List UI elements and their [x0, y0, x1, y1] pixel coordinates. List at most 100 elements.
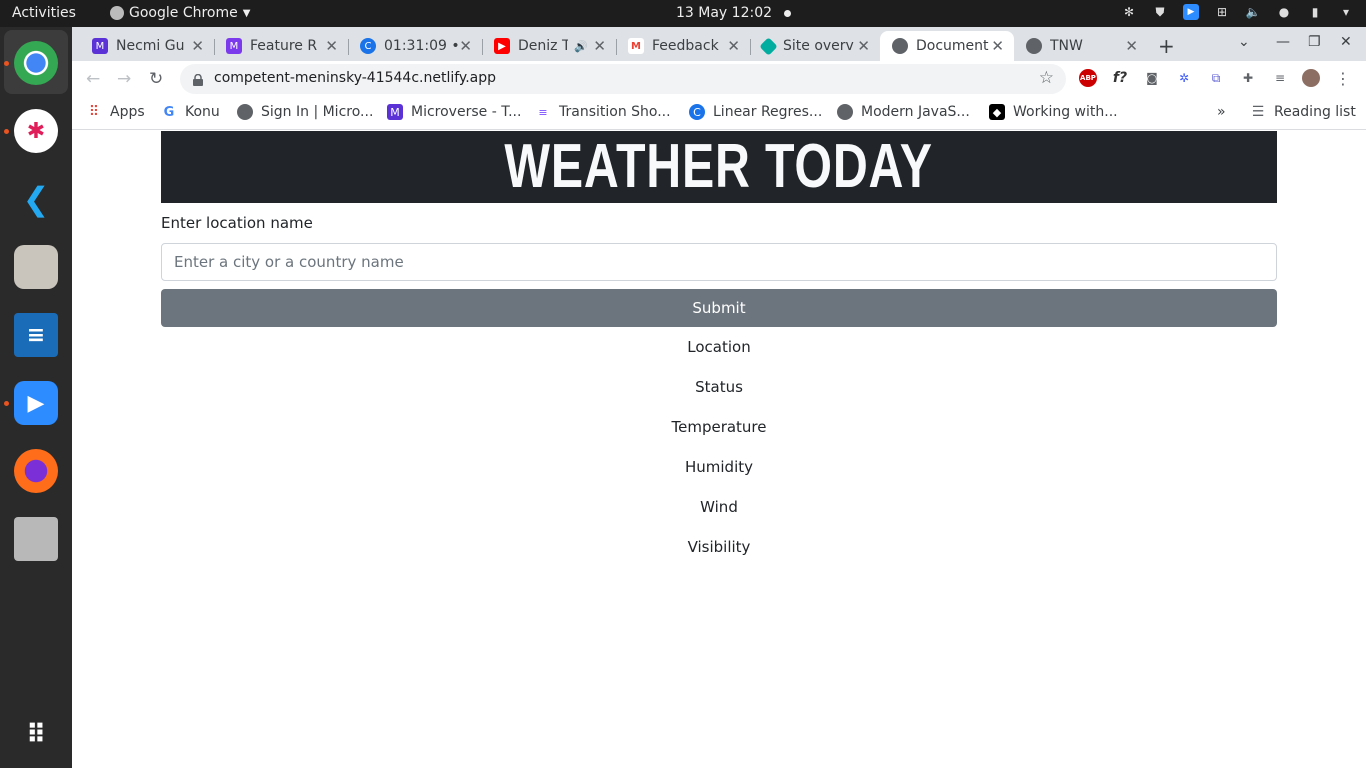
close-tab-icon[interactable]: ✕	[459, 37, 472, 55]
bookmark-sign-in[interactable]: Sign In | Micro...	[237, 104, 373, 120]
microverse-icon: M	[92, 38, 108, 54]
bookmark-transition[interactable]: ≡ Transition Sho...	[535, 104, 671, 120]
network-icon[interactable]: ⊞	[1214, 4, 1230, 20]
tab-strip: M Necmi Gu ✕ M Feature R ✕ C 01:31:09 • …	[72, 27, 1366, 61]
tab-timer[interactable]: C 01:31:09 • ✕	[348, 31, 483, 61]
result-location: Location	[687, 338, 751, 356]
tab-necmi[interactable]: M Necmi Gu ✕	[80, 31, 215, 61]
firefox-icon[interactable]	[14, 449, 58, 493]
globe-icon	[1026, 38, 1042, 54]
result-status: Status	[695, 378, 743, 396]
bookmark-apps[interactable]: ⠿ Apps	[86, 104, 145, 120]
speaker-icon[interactable]: 🔊	[574, 40, 588, 53]
tab-youtube[interactable]: ▶ Deniz T 🔊 ✕	[482, 31, 617, 61]
reading-list-button[interactable]: ☰ Reading list	[1250, 104, 1356, 120]
battery-icon[interactable]: ▮	[1307, 4, 1323, 20]
close-window-icon[interactable]: ✕	[1340, 34, 1352, 50]
slack-tray-icon[interactable]: ✻	[1121, 4, 1137, 20]
adblock-icon[interactable]: ABP	[1079, 69, 1097, 87]
bookmarks-overflow[interactable]: »	[1217, 104, 1226, 120]
tab-feature[interactable]: M Feature R ✕	[214, 31, 349, 61]
browser-toolbar: ← → ↻ competent-meninsky-41544c.netlify.…	[72, 61, 1366, 97]
activities-button[interactable]: Activities	[12, 5, 76, 21]
tab-netlify[interactable]: Site overv ✕	[750, 31, 880, 61]
location-label: Enter location name	[161, 214, 313, 232]
forward-icon[interactable]: →	[117, 69, 131, 89]
running-indicator	[4, 61, 9, 66]
url-text: competent-meninsky-41544c.netlify.app	[214, 70, 497, 86]
tab-document[interactable]: Document ✕	[880, 31, 1014, 61]
microverse-icon: M	[387, 104, 403, 120]
location-input[interactable]	[161, 243, 1277, 281]
formula-extension-icon[interactable]: f?	[1111, 69, 1129, 87]
tab-title: Site overv	[783, 38, 854, 54]
sd-card-icon[interactable]	[14, 517, 58, 561]
files-icon[interactable]	[14, 245, 58, 289]
tab-title: Necmi Gu	[116, 38, 185, 54]
lock-icon[interactable]	[193, 71, 203, 86]
zoom-tray-icon[interactable]: ▶	[1183, 4, 1199, 20]
extensions-puzzle-icon[interactable]: ✚	[1239, 69, 1257, 87]
bookmark-konu[interactable]: G Konu	[161, 104, 220, 120]
minimize-icon[interactable]: —	[1276, 34, 1290, 50]
profile-avatar[interactable]	[1302, 69, 1320, 87]
transition-icon: ≡	[538, 105, 548, 119]
tab-title: Deniz T	[518, 38, 568, 54]
clock[interactable]: 13 May 12:02	[676, 5, 792, 21]
result-humidity: Humidity	[684, 458, 753, 476]
page-title: WEATHER TODAY	[504, 132, 934, 201]
tab-title: Feedback	[652, 38, 719, 54]
reload-icon[interactable]: ↻	[149, 69, 163, 89]
close-tab-icon[interactable]: ✕	[857, 37, 870, 55]
media-control-icon[interactable]: ≡	[1271, 69, 1289, 87]
result-wind: Wind	[700, 498, 738, 516]
extension-badge-icon[interactable]: ✲	[1175, 69, 1193, 87]
chrome-icon[interactable]	[14, 41, 58, 85]
bookmark-working-with[interactable]: ◆ Working with...	[989, 104, 1118, 120]
bookmark-label: Transition Sho...	[559, 104, 671, 120]
back-icon[interactable]: ←	[86, 69, 100, 89]
close-tab-icon[interactable]: ✕	[727, 37, 740, 55]
globe-icon	[837, 104, 853, 120]
web-page: WEATHER TODAY Enter location name Submit…	[72, 131, 1366, 768]
tab-gmail[interactable]: M Feedback ✕	[616, 31, 751, 61]
submit-button[interactable]: Submit	[161, 289, 1277, 327]
slack-icon[interactable]: ✱	[14, 109, 58, 153]
bookmark-linear-regression[interactable]: C Linear Regres...	[689, 104, 822, 120]
hub-extension-icon[interactable]: ⧉	[1207, 69, 1225, 87]
tab-title: TNW	[1050, 38, 1083, 54]
writer-icon[interactable]: ≡	[14, 313, 58, 357]
camera-icon[interactable]: ◙	[1143, 69, 1161, 87]
volume-icon[interactable]: 🔈	[1245, 4, 1261, 20]
close-tab-icon[interactable]: ✕	[325, 37, 338, 55]
restore-icon[interactable]: ❐	[1308, 34, 1321, 50]
result-visibility: Visibility	[687, 538, 751, 556]
new-tab-icon[interactable]: +	[1158, 34, 1175, 58]
close-tab-icon[interactable]: ✕	[991, 37, 1004, 55]
bookmark-label: Modern JavaS...	[861, 104, 970, 120]
bookmark-star-icon[interactable]: ☆	[1039, 68, 1054, 88]
bookmark-microverse[interactable]: M Microverse - T...	[387, 104, 521, 120]
bookmark-label: Apps	[110, 104, 145, 120]
close-tab-icon[interactable]: ✕	[1125, 37, 1138, 55]
zoom-icon[interactable]: ▶	[14, 381, 58, 425]
gmail-icon: M	[628, 38, 644, 54]
dock: ✱ ❮ ≡ ▶ ⠿	[0, 27, 72, 768]
bookmark-label: Sign In | Micro...	[261, 104, 374, 120]
google-icon: G	[163, 104, 175, 120]
app-menu[interactable]: Google Chrome ▼	[110, 5, 250, 21]
address-bar[interactable]: competent-meninsky-41544c.netlify.app ☆	[180, 64, 1066, 94]
microphone-icon[interactable]: ●	[1276, 4, 1292, 20]
close-tab-icon[interactable]: ✕	[593, 37, 606, 55]
tab-tnw[interactable]: TNW ✕	[1014, 31, 1148, 61]
vscode-icon[interactable]: ❮	[14, 177, 58, 221]
close-tab-icon[interactable]: ✕	[191, 37, 204, 55]
power-menu-icon[interactable]: ▾	[1338, 4, 1354, 20]
chrome-menu-icon[interactable]: ⋮	[1334, 69, 1352, 88]
shield-tray-icon[interactable]: ⛊	[1152, 4, 1168, 20]
system-tray[interactable]: ✻ ⛊ ▶ ⊞ 🔈 ● ▮ ▾	[1121, 4, 1354, 20]
tab-search-icon[interactable]: ⌄	[1238, 34, 1250, 50]
app-grid-icon[interactable]: ⠿	[14, 713, 58, 757]
reading-list-icon: ☰	[1251, 104, 1265, 120]
bookmark-modern-js[interactable]: Modern JavaS...	[837, 104, 970, 120]
